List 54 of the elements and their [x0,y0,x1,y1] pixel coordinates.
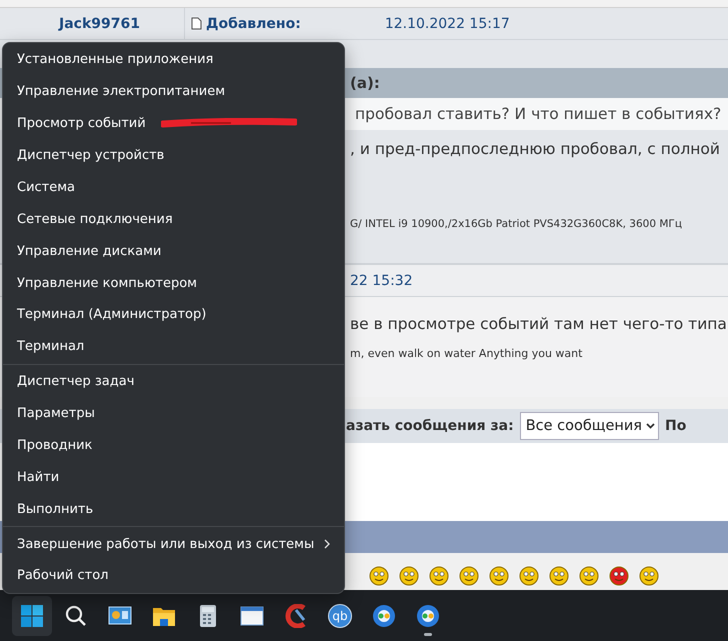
post-date: 12.10.2022 15:17 [384,16,510,32]
smiley-icon [458,564,480,586]
smiley-icon [608,564,630,586]
torrent-app-icon: qb [328,604,352,628]
smiley-icon [518,564,540,586]
menu-item[interactable]: Терминал [3,330,344,363]
menu-item[interactable]: Терминал (Администратор) [3,299,344,331]
signature-text: m, even walk on water Anything you want [350,347,582,360]
menu-item[interactable]: Диспетчер задач [3,366,344,398]
filter-label: По [665,418,686,434]
taskbar-button[interactable] [12,596,52,636]
windows-logo-icon [21,604,43,626]
post-text: , и пред-предпоследнюю пробовал, с полной [350,140,720,158]
browser-icon [416,604,440,628]
menu-item[interactable]: Установленные приложения [3,44,344,76]
chevron-right-icon [324,539,330,550]
smiley-icon [548,564,570,586]
chevron-down-icon [646,423,655,429]
search-icon [65,604,87,626]
smiley-icon [638,564,660,586]
menu-item[interactable]: Диспетчер устройств [3,140,344,172]
menu-item[interactable]: Управление дисками [3,235,344,268]
smiley-icon [578,564,600,586]
smiley-icon [398,564,420,586]
quote-header: (а): [350,74,380,92]
menu-item[interactable]: Завершение работы или выход из системы [3,528,344,560]
menu-item[interactable]: Система [3,172,344,204]
menu-item[interactable]: Проводник [3,430,344,462]
menu-item[interactable]: Найти [3,461,344,494]
smiley-icon [428,564,450,586]
author-link[interactable]: Jack99761 [59,16,140,32]
window-icon [240,606,264,626]
menu-item[interactable]: Выполнить [3,493,344,526]
smiley-icon [488,564,510,586]
reply-date: 22 15:32 [350,272,413,288]
menu-item[interactable]: Параметры [3,398,344,430]
menu-item[interactable]: Рабочий стол [3,560,344,592]
post-icon [191,17,202,30]
calculator-icon [199,604,217,628]
filter-label: азать сообщения за: [346,418,514,434]
brush-icon [284,604,308,628]
posted-label: Добавлено: [206,16,301,32]
reply-text: ве в просмотре событий там нет чего-то типа [350,315,727,333]
menu-item[interactable]: Просмотр событий [3,108,344,140]
menu-item[interactable]: Сетевые подключения [3,203,344,236]
browser-icon [372,604,396,628]
menu-item[interactable]: Управление компьютером [3,267,344,299]
dashboard-icon [108,605,132,626]
signature-text: G/ INTEL i9 10900,/2x16Gb Patriot PVS432G360C8K, 3600 МГц [350,218,682,230]
quote-text: пробовал ставить? И что пишет в событиях? [354,105,722,123]
taskbar-button[interactable]: qb [320,596,360,636]
smiley-icon [368,564,390,586]
menu-item[interactable]: Управление электропитанием [3,76,344,108]
period-dropdown[interactable]: Все сообщения [520,412,659,440]
